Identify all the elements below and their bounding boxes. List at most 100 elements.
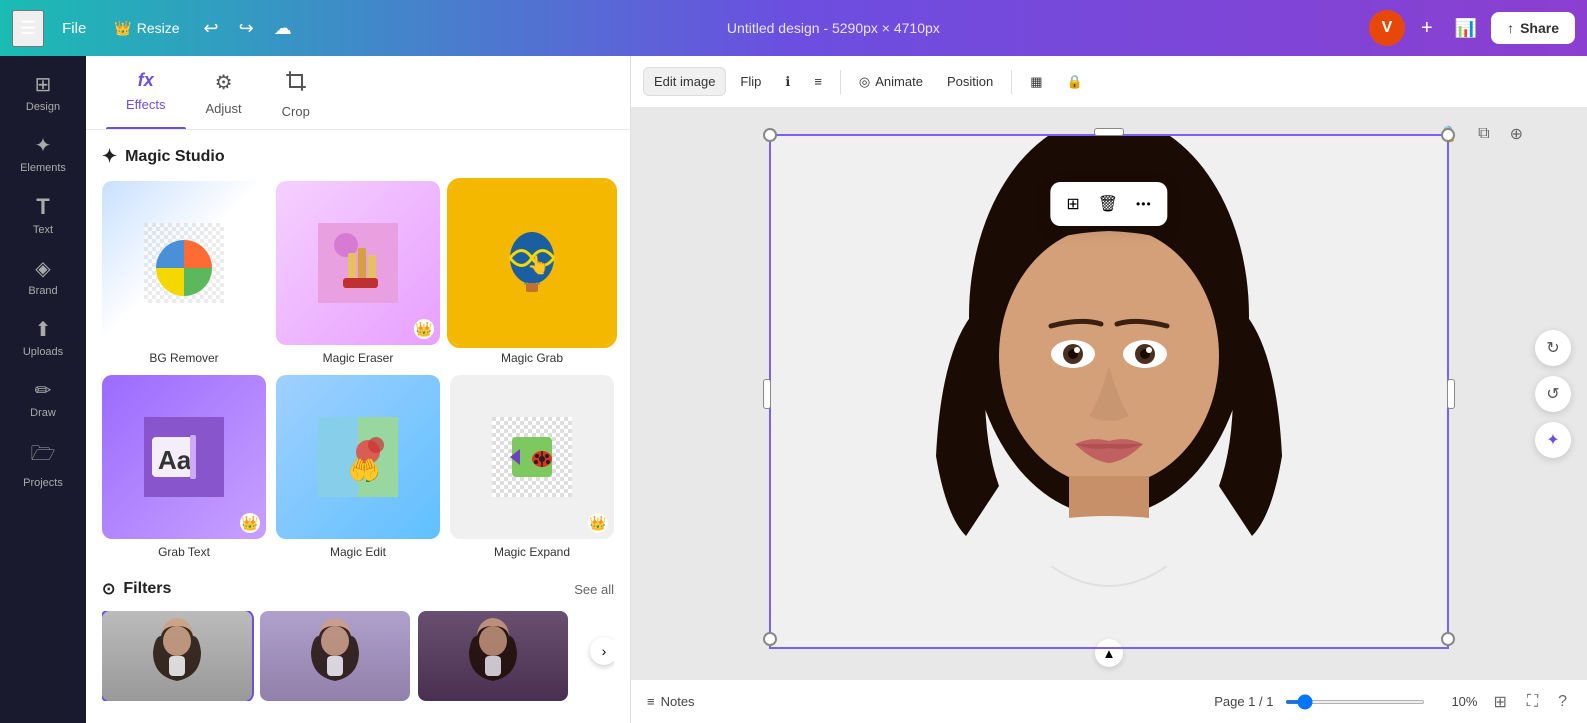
resize-label: Resize	[137, 20, 180, 36]
grab-text-crown: 👑	[240, 513, 260, 533]
tool-card-magic-grab[interactable]: 👆 Magic Grab	[450, 181, 614, 365]
filter-portrait-3	[418, 611, 568, 701]
animate-button[interactable]: ◎ Animate	[849, 68, 933, 96]
selection-handle-br[interactable]	[1441, 632, 1455, 646]
filter-portrait-1	[102, 611, 252, 701]
crop-tab-icon	[285, 70, 307, 98]
float-copy-button[interactable]: ⊞	[1060, 188, 1085, 220]
selection-handle-mr[interactable]	[1447, 379, 1455, 409]
undo-button[interactable]: ↩	[198, 12, 225, 45]
transparency-button[interactable]: ▦	[1020, 68, 1052, 96]
selection-handle-ml[interactable]	[763, 379, 771, 409]
panel-content: ✦ Magic Studio	[86, 130, 630, 723]
adjust-tab-label: Adjust	[206, 101, 242, 116]
grid-view-button[interactable]: ⊞	[1489, 688, 1510, 716]
sync-button[interactable]: ↺	[1535, 376, 1571, 412]
selection-handle-tr[interactable]	[1441, 128, 1455, 142]
magic-grab-preview: 👆	[450, 181, 614, 345]
tool-card-magic-eraser[interactable]: 👑 Magic Eraser	[276, 181, 440, 365]
sidebar-item-elements[interactable]: ✦ Elements	[5, 125, 81, 182]
svg-text:🤲: 🤲	[348, 455, 380, 485]
toolbar-separator-2	[1011, 70, 1012, 94]
share-button[interactable]: ↑ Share	[1491, 12, 1575, 44]
tool-card-magic-edit[interactable]: 🤲 Magic Edit	[276, 375, 440, 559]
sidebar-item-text[interactable]: T Text	[5, 186, 81, 244]
tool-thumb-magic-expand: 👑	[450, 375, 614, 539]
effects-tab-icon: fx	[138, 70, 154, 91]
filters-icon: ⊙	[102, 579, 115, 599]
user-avatar[interactable]: V	[1369, 10, 1405, 46]
selection-handle-tm[interactable]	[1094, 128, 1124, 136]
tool-thumb-bg-remover	[102, 181, 266, 345]
lock-button[interactable]: 🔒	[1057, 68, 1093, 96]
tool-card-grab-text[interactable]: Aa 👑 Grab Text	[102, 375, 266, 559]
tool-thumb-magic-grab: 👆	[450, 181, 614, 345]
position-button[interactable]: Position	[937, 68, 1003, 95]
resize-button[interactable]: 👑 Resize	[104, 14, 189, 43]
sidebar-item-label: Elements	[20, 162, 66, 174]
text-icon: T	[36, 194, 49, 220]
side-panel: fx Effects ⚙ Adjust Crop	[86, 56, 631, 723]
tool-thumb-magic-edit: 🤲	[276, 375, 440, 539]
tab-bar: fx Effects ⚙ Adjust Crop	[86, 56, 630, 130]
info-button[interactable]: ℹ	[775, 68, 800, 96]
see-all-button[interactable]: See all	[574, 582, 614, 597]
filters-title-text: Filters	[123, 580, 171, 598]
toolbar-separator-1	[840, 70, 841, 94]
cloud-button[interactable]: ☁	[268, 12, 298, 45]
tab-adjust[interactable]: ⚙ Adjust	[186, 56, 262, 129]
sidebar-item-brand[interactable]: ◈ Brand	[5, 248, 81, 305]
brand-icon: ◈	[35, 256, 50, 281]
uploads-icon: ⬆	[35, 317, 52, 342]
canvas-area: Edit image Flip ℹ ≡ ◎ Animate Position ▦…	[631, 56, 1587, 723]
zoom-slider[interactable]	[1285, 700, 1425, 704]
tab-effects[interactable]: fx Effects	[106, 56, 186, 129]
float-delete-button[interactable]: 🗑	[1092, 188, 1124, 220]
crop-tab-label: Crop	[282, 104, 310, 119]
sidebar-item-projects[interactable]: 🗁 Projects	[5, 431, 81, 497]
filter-next-button[interactable]: ›	[590, 637, 614, 665]
float-more-button[interactable]: •••	[1130, 191, 1158, 217]
file-button[interactable]: File	[52, 14, 96, 43]
filters-header: ⊙ Filters See all	[102, 579, 614, 599]
tool-label-magic-grab: Magic Grab	[501, 351, 563, 365]
stats-button[interactable]: 📊	[1449, 12, 1483, 45]
filter-card-1[interactable]	[102, 611, 252, 701]
tool-label-magic-eraser: Magic Eraser	[323, 351, 394, 365]
rotate-right-button[interactable]: ↻	[1535, 330, 1571, 366]
magic-action-button[interactable]: ✦	[1535, 422, 1571, 458]
menu-icon-button[interactable]: ☰	[12, 10, 44, 47]
magic-studio-icon: ✦	[102, 146, 117, 167]
filter-card-3[interactable]	[418, 611, 568, 701]
edit-image-button[interactable]: Edit image	[643, 67, 726, 96]
share-upload-icon: ↑	[1507, 20, 1514, 36]
help-button[interactable]: ?	[1554, 689, 1571, 715]
tool-label-magic-expand: Magic Expand	[494, 545, 570, 559]
add-frame-button[interactable]: ⊕	[1506, 120, 1527, 148]
sidebar-item-label: Uploads	[23, 346, 63, 358]
draw-icon: ✏	[35, 378, 52, 403]
notes-button[interactable]: ≡ Notes	[647, 694, 695, 709]
menu-button[interactable]: ≡	[804, 68, 832, 95]
filter-thumb-1	[102, 611, 252, 701]
tab-crop[interactable]: Crop	[262, 56, 330, 129]
magic-studio-header: ✦ Magic Studio	[102, 146, 614, 167]
selection-handle-bl[interactable]	[763, 632, 777, 646]
filter-card-2[interactable]	[260, 611, 410, 701]
elements-icon: ✦	[35, 133, 52, 158]
selection-handle-tl[interactable]	[763, 128, 777, 142]
duplicate-button[interactable]: ⧉	[1474, 120, 1493, 148]
document-title: Untitled design - 5290px × 4710px	[727, 20, 940, 36]
notes-icon: ≡	[647, 694, 655, 709]
flip-button[interactable]: Flip	[730, 68, 771, 95]
tool-card-bg-remover[interactable]: BG Remover	[102, 181, 266, 365]
redo-button[interactable]: ↪	[233, 12, 260, 45]
expand-button[interactable]: ⛶	[1523, 689, 1542, 715]
sidebar-item-design[interactable]: ⊞ Design	[5, 64, 81, 121]
tool-card-magic-expand[interactable]: 👑 Magic Expand	[450, 375, 614, 559]
add-button[interactable]: +	[1413, 13, 1441, 44]
sidebar-item-uploads[interactable]: ⬆ Uploads	[5, 309, 81, 366]
sidebar-item-draw[interactable]: ✏ Draw	[5, 370, 81, 427]
scroll-up-button[interactable]: ▲	[1095, 639, 1123, 667]
magic-edit-preview: 🤲	[276, 375, 440, 539]
